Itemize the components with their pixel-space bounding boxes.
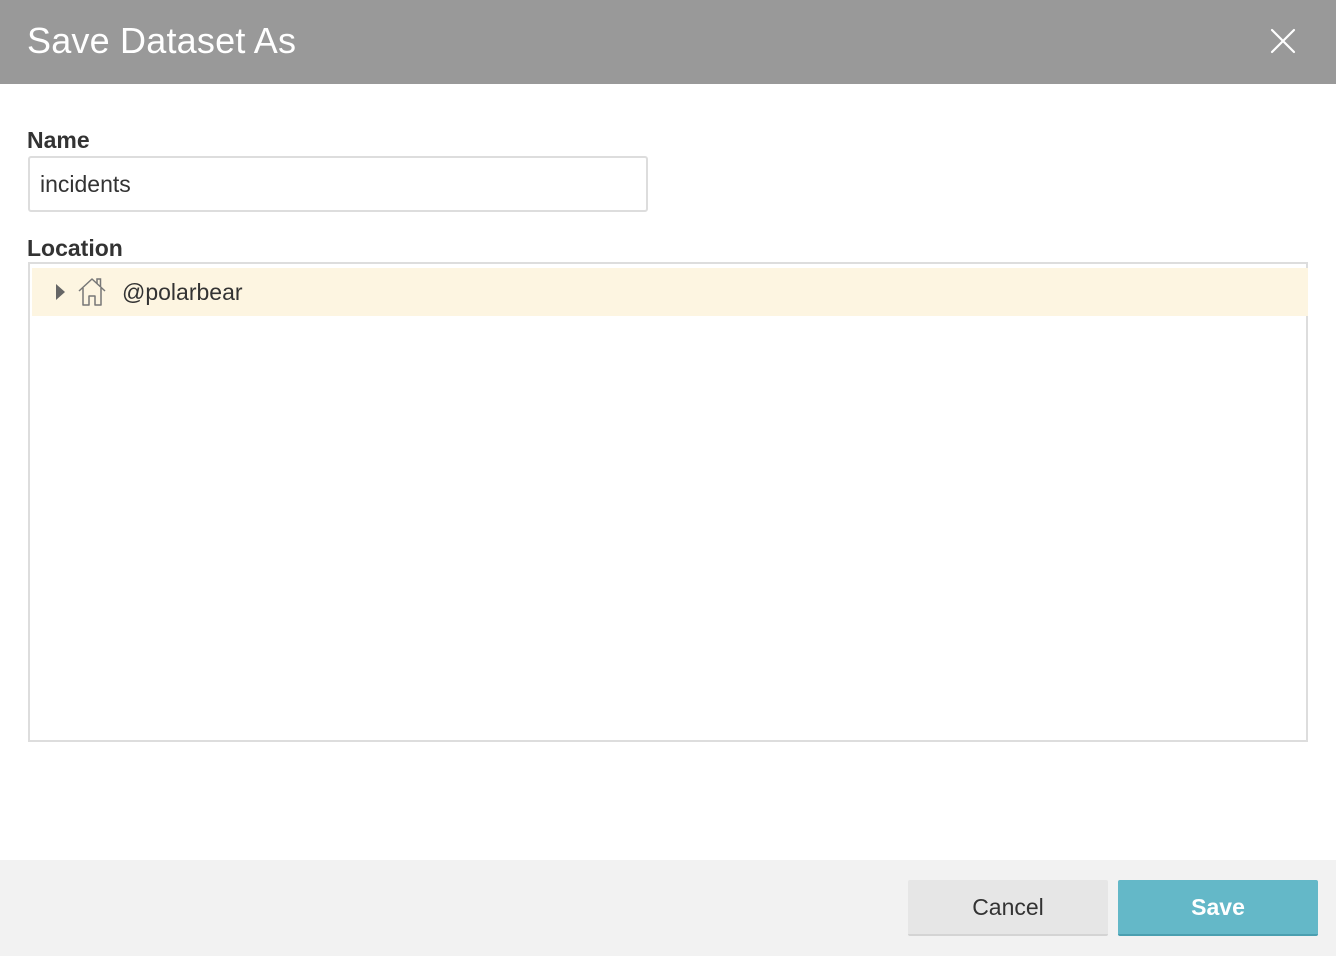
dialog-title: Save Dataset As — [27, 20, 297, 61]
dialog-footer: Cancel Save — [0, 860, 1336, 956]
name-label: Name — [27, 127, 90, 153]
close-button[interactable] — [1266, 24, 1300, 58]
name-input[interactable] — [28, 156, 648, 212]
home-icon — [76, 276, 108, 308]
tree-item-label: @polarbear — [122, 279, 243, 305]
save-button[interactable]: Save — [1118, 880, 1318, 936]
location-label: Location — [27, 235, 123, 261]
caret-right-icon[interactable] — [52, 281, 68, 303]
location-tree: @polarbear — [28, 262, 1308, 742]
tree-item-polarbear[interactable]: @polarbear — [32, 268, 1308, 316]
close-icon — [1270, 28, 1296, 54]
save-dataset-dialog: Save Dataset As Name Location — [0, 0, 1336, 956]
cancel-button[interactable]: Cancel — [908, 880, 1108, 936]
dialog-header: Save Dataset As — [0, 0, 1336, 84]
